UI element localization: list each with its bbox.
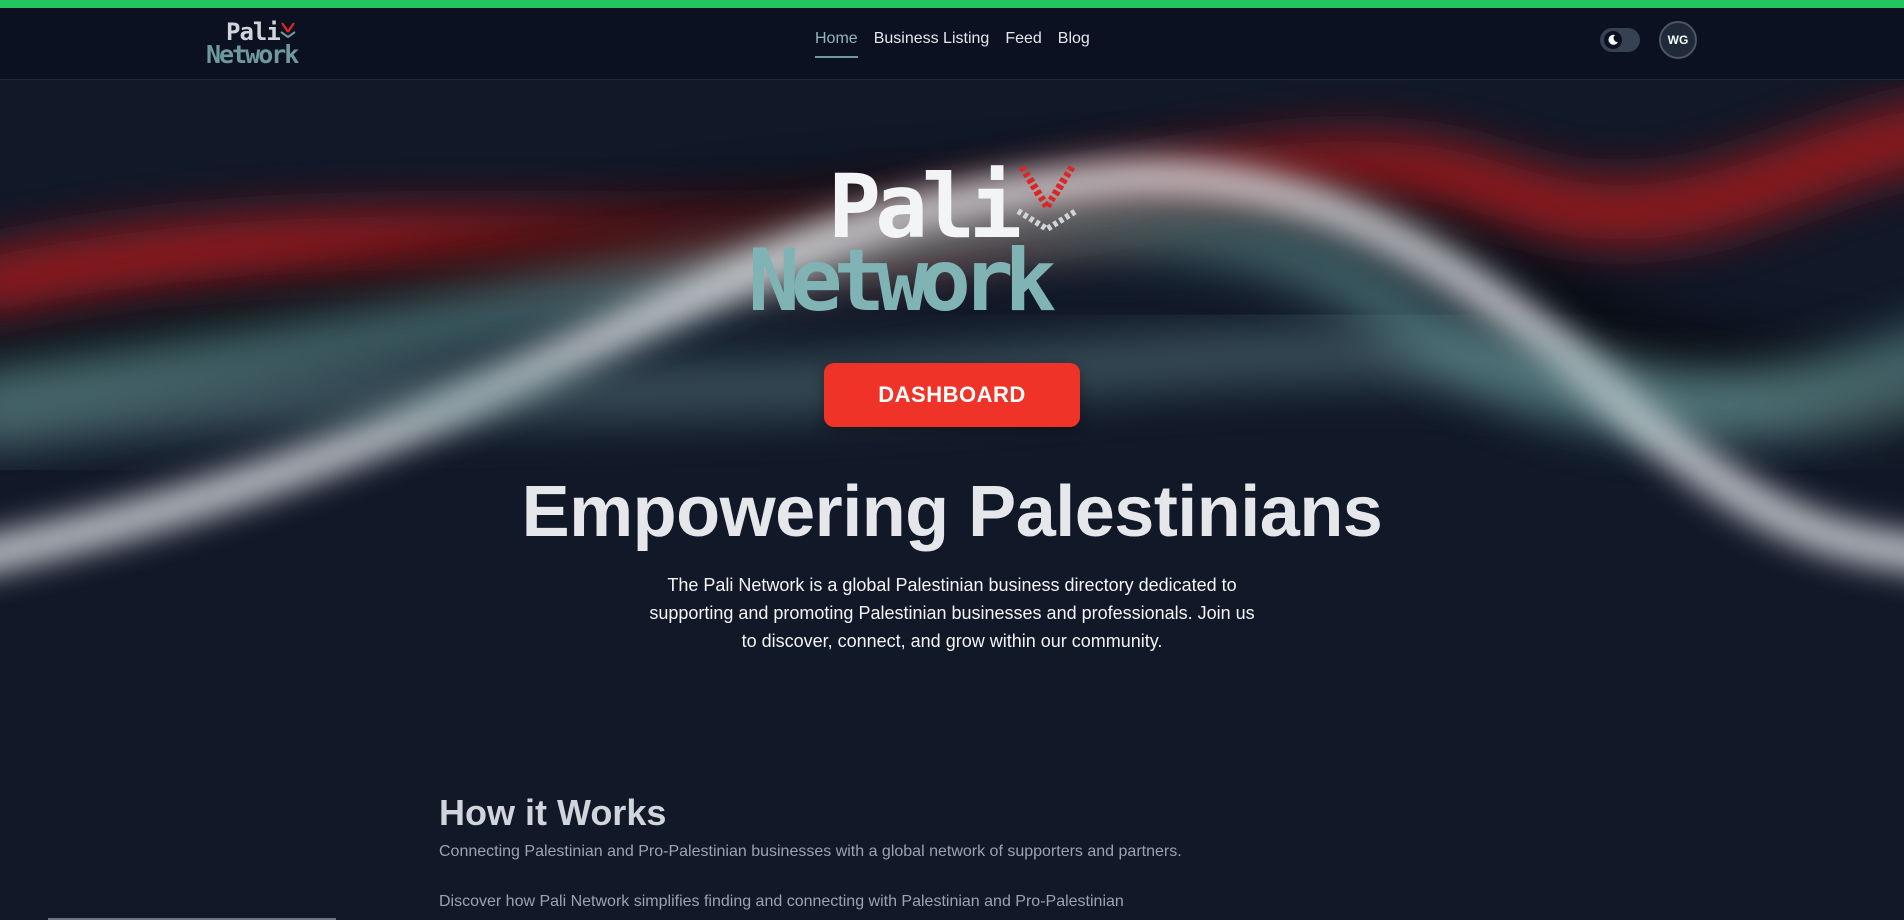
main-nav: Home Business Listing Feed Blog bbox=[815, 30, 1090, 58]
top-accent-bar bbox=[0, 0, 1904, 8]
brand-logo[interactable]: Pali Network bbox=[206, 18, 310, 70]
hero-title: Empowering Palestinians bbox=[521, 472, 1383, 552]
hero-section: Pali Network DASHBOARD Empowering Palest… bbox=[0, 81, 1904, 701]
nav-blog[interactable]: Blog bbox=[1058, 30, 1090, 58]
brand-logo-line2: Network bbox=[206, 40, 299, 69]
how-it-works-title: How it Works bbox=[439, 792, 667, 833]
hero-wheat-icon bbox=[1016, 165, 1078, 233]
how-it-works-body: Discover how Pali Network simplifies fin… bbox=[439, 893, 1124, 910]
hero-logo: Pali Network bbox=[740, 155, 1160, 331]
navbar: Pali Network Home Business Listing Feed … bbox=[0, 8, 1904, 80]
theme-toggle[interactable] bbox=[1600, 28, 1640, 52]
user-avatar[interactable]: WG bbox=[1659, 21, 1697, 59]
brand-wheat-icon bbox=[280, 22, 296, 39]
how-it-works-subtitle: Connecting Palestinian and Pro-Palestini… bbox=[439, 843, 1182, 860]
nav-business-listing[interactable]: Business Listing bbox=[874, 30, 990, 58]
moon-icon bbox=[1604, 31, 1622, 49]
nav-home[interactable]: Home bbox=[815, 30, 858, 58]
dashboard-button[interactable]: DASHBOARD bbox=[824, 363, 1080, 427]
nav-feed[interactable]: Feed bbox=[1005, 30, 1041, 58]
hero-logo-line2: Network bbox=[748, 231, 1056, 331]
hero-description: The Pali Network is a global Palestinian… bbox=[649, 575, 1255, 651]
